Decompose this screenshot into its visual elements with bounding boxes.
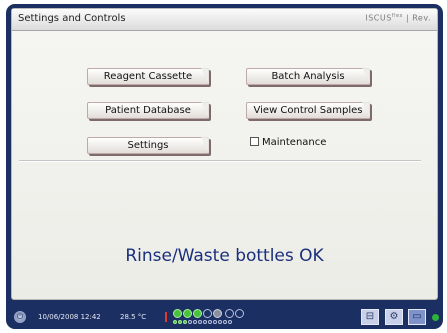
mini-slot bbox=[228, 320, 232, 324]
checkbox-box[interactable] bbox=[250, 136, 259, 146]
sample-slot-4 bbox=[203, 309, 212, 318]
mini-slot bbox=[188, 320, 192, 324]
mini-slot bbox=[178, 320, 182, 324]
sample-slot-5 bbox=[213, 309, 222, 318]
mini-slot bbox=[198, 320, 202, 324]
sample-slot-3 bbox=[193, 309, 202, 318]
maintenance-checkbox[interactable]: Maintenance bbox=[250, 136, 327, 148]
alert-indicator bbox=[165, 312, 167, 322]
tray-icon[interactable]: ⊟ bbox=[361, 309, 379, 325]
mini-slot bbox=[208, 320, 212, 324]
mini-slot bbox=[213, 320, 217, 324]
mini-slot bbox=[173, 320, 177, 324]
divider bbox=[19, 160, 421, 162]
datetime-readout: 10/06/2008 12:42 bbox=[38, 313, 101, 321]
sample-slot-7 bbox=[235, 309, 244, 318]
reagent-cassette-button[interactable]: Reagent Cassette bbox=[87, 68, 209, 85]
status-bar: ⏻ 10/06/2008 12:42 28.5 °C ⊟ ⚙ ▭ bbox=[6, 307, 443, 329]
status-message: Rinse/Waste bottles OK bbox=[125, 246, 324, 266]
mini-slot bbox=[223, 320, 227, 324]
patient-database-button[interactable]: Patient Database bbox=[87, 102, 209, 119]
maintenance-label: Maintenance bbox=[262, 137, 327, 148]
folder-icon[interactable]: ▭ bbox=[408, 309, 426, 325]
settings-panel: Settings and Controls ISCUSflex | Rev. R… bbox=[11, 8, 438, 300]
view-control-samples-button[interactable]: View Control Samples bbox=[246, 102, 370, 119]
mini-slot bbox=[218, 320, 222, 324]
batch-analysis-button[interactable]: Batch Analysis bbox=[246, 68, 370, 85]
mini-slot bbox=[193, 320, 197, 324]
mini-slot bbox=[183, 320, 187, 324]
mini-slot bbox=[203, 320, 207, 324]
temperature-readout: 28.5 °C bbox=[120, 313, 147, 321]
gear-icon[interactable]: ⚙ bbox=[385, 309, 403, 325]
status-led bbox=[432, 314, 439, 321]
sample-slot-2 bbox=[183, 309, 192, 318]
title-bar: Settings and Controls ISCUSflex | Rev. bbox=[12, 9, 437, 31]
window-title: Settings and Controls bbox=[18, 13, 126, 24]
brand-logo: ISCUSflex | Rev. bbox=[365, 13, 431, 23]
power-icon[interactable]: ⏻ bbox=[14, 311, 26, 323]
sample-slot-1 bbox=[173, 309, 182, 318]
settings-button[interactable]: Settings bbox=[87, 137, 209, 154]
sample-slot-6 bbox=[225, 309, 234, 318]
